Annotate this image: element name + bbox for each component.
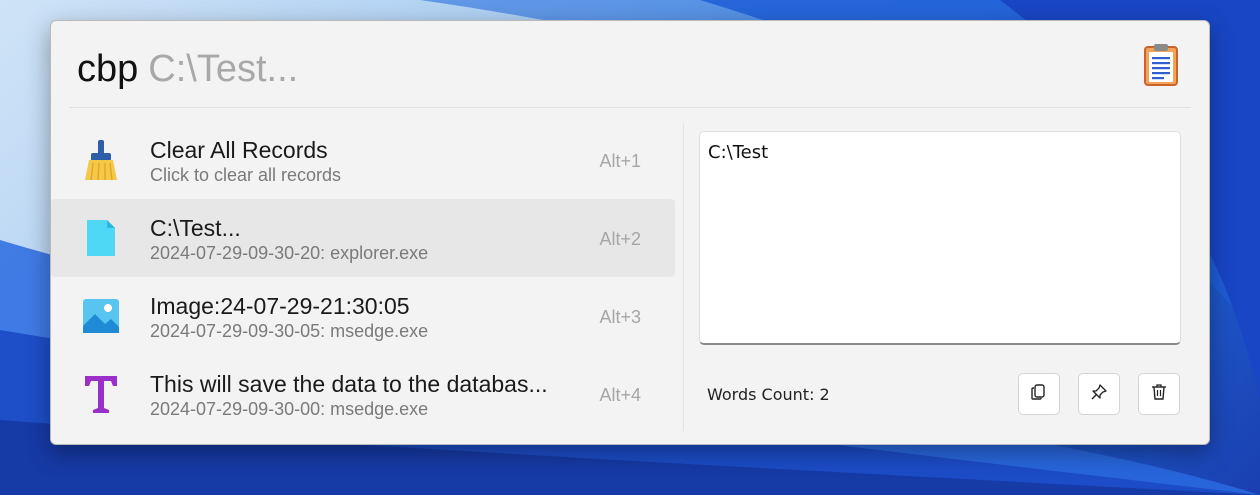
- query-command: cbp: [77, 48, 139, 90]
- query-argument: C:\Test...: [148, 48, 299, 90]
- list-item-clear-all[interactable]: Clear All Records Click to clear all rec…: [51, 121, 675, 199]
- words-count-label: Words Count: 2: [707, 385, 830, 404]
- item-hotkey: Alt+4: [599, 385, 641, 405]
- file-icon: [79, 216, 123, 260]
- item-title: This will save the data to the databas..…: [150, 371, 548, 397]
- item-title: C:\Test...: [150, 215, 241, 241]
- text-icon: [79, 372, 123, 416]
- item-subtitle: 2024-07-29-09-30-20: explorer.exe: [150, 243, 429, 263]
- header-divider: [69, 107, 1191, 108]
- header: cbp C:\Test...: [51, 21, 1211, 109]
- preview-text-area[interactable]: C:\Test: [699, 131, 1181, 345]
- pane-divider: [683, 123, 684, 431]
- delete-button[interactable]: [1138, 373, 1180, 415]
- item-subtitle: 2024-07-29-09-30-05: msedge.exe: [150, 321, 429, 341]
- trash-icon: [1150, 383, 1168, 406]
- list-item-file[interactable]: C:\Test... 2024-07-29-09-30-20: explorer…: [51, 199, 675, 277]
- item-title: Clear All Records: [150, 137, 328, 163]
- clipboard-launcher-window: cbp C:\Test... Clear All Records Click t…: [50, 20, 1210, 445]
- pin-icon: [1090, 383, 1108, 406]
- broom-icon: [79, 138, 123, 182]
- copy-button[interactable]: [1018, 373, 1060, 415]
- copy-icon: [1030, 383, 1048, 406]
- item-title: Image:24-07-29-21:30:05: [150, 293, 410, 319]
- list-item-text[interactable]: This will save the data to the databas..…: [51, 355, 675, 433]
- image-icon: [79, 294, 123, 338]
- list-item-image[interactable]: Image:24-07-29-21:30:05 2024-07-29-09-30…: [51, 277, 675, 355]
- item-subtitle: 2024-07-29-09-30-00: msedge.exe: [150, 399, 429, 419]
- search-query[interactable]: cbp C:\Test...: [77, 47, 298, 91]
- item-hotkey: Alt+1: [599, 151, 641, 171]
- clipboard-icon[interactable]: [1143, 43, 1179, 87]
- item-hotkey: Alt+3: [599, 307, 641, 327]
- item-subtitle: Click to clear all records: [150, 165, 342, 185]
- pin-button[interactable]: [1078, 373, 1120, 415]
- records-list: Clear All Records Click to clear all rec…: [51, 121, 675, 433]
- item-hotkey: Alt+2: [599, 229, 641, 249]
